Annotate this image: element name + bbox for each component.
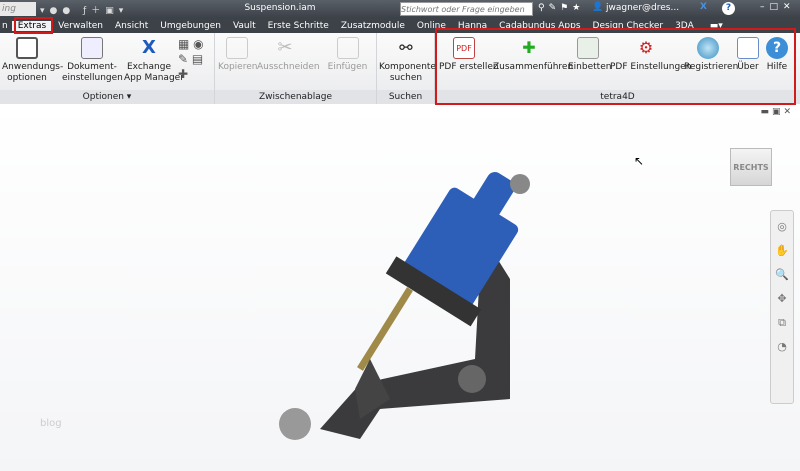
window-title: Suspension.iam xyxy=(244,3,316,13)
button-label: Hilfe xyxy=(766,62,788,72)
anwendungsoptionen-button[interactable]: Anwendungs- optionen xyxy=(2,37,63,84)
scissors-icon: ✂ xyxy=(277,37,293,58)
einfuegen-button[interactable]: Einfügen xyxy=(325,37,370,73)
small-tool-icons[interactable]: ▦ ◉ ✎ ▤ ✚ xyxy=(178,37,212,82)
button-label: Einfügen xyxy=(327,62,368,72)
watermark: blog xyxy=(40,418,62,429)
tab-extras[interactable]: Extras xyxy=(11,20,53,31)
button-label: Zusammenführen xyxy=(493,62,574,72)
tab-prev[interactable]: n xyxy=(0,21,12,31)
suspension-model xyxy=(279,171,530,440)
tab-hanna[interactable]: Hanna xyxy=(452,21,493,31)
button-label: PDF Einstellungen xyxy=(610,62,692,72)
tab-zusatzmodule[interactable]: Zusatzmodule xyxy=(335,21,411,31)
panel-label: tetra4D xyxy=(435,90,800,104)
ausschneiden-button[interactable]: ✂ Ausschneiden xyxy=(257,37,320,73)
panel-label[interactable]: Optionen ▾ xyxy=(0,90,214,104)
button-label: Dokument- einstellungen xyxy=(62,62,123,83)
hilfe-button[interactable]: ? Hilfe xyxy=(764,37,790,73)
zusammenfuehren-button[interactable]: ✚ Zusammenführen xyxy=(493,37,573,73)
ribbon: Anwendungs- optionen Dokument- einstellu… xyxy=(0,33,800,104)
viewport-window-controls[interactable]: ▬▣✕ xyxy=(760,107,794,117)
button-label: Anwendungs- optionen xyxy=(2,62,64,83)
tab-umgebungen[interactable]: Umgebungen xyxy=(154,21,227,31)
help-icon: ? xyxy=(766,37,788,59)
user-icon[interactable]: 👤 xyxy=(592,2,603,12)
toolbar-icons[interactable]: ⚲✎⚑★ xyxy=(538,3,584,13)
panel-toggle-icon[interactable]: ▬▾ xyxy=(710,21,723,31)
panel-label: Zwischenablage xyxy=(215,90,376,104)
button-label: Über xyxy=(737,62,759,72)
exchange-icon: X xyxy=(142,37,156,58)
tab-3da[interactable]: 3DA xyxy=(669,21,700,31)
button-label: Komponente suchen xyxy=(379,62,436,83)
navigation-bar[interactable]: ◎ ✋ 🔍 ✥ ⧉ ◔ xyxy=(770,210,794,404)
button-label: Exchange App Manager xyxy=(124,62,184,83)
tab-online[interactable]: Online xyxy=(411,21,452,31)
search-input[interactable] xyxy=(400,2,533,16)
paste-icon xyxy=(336,37,359,59)
panel-zwischenablage: Kopieren ✂ Ausschneiden Einfügen Zwischen… xyxy=(215,33,377,104)
button-label: Ausschneiden xyxy=(257,62,320,72)
panel-suchen: ⚯ Komponente suchen Suchen xyxy=(377,33,436,104)
user-name[interactable]: jwagner@dres... xyxy=(606,3,679,13)
tab-design-checker[interactable]: Design Checker xyxy=(587,21,670,31)
pdf-erstellen-button[interactable]: PDF PDF erstellen xyxy=(439,37,499,73)
document-icon xyxy=(81,37,103,59)
merge-icon: ✚ xyxy=(522,38,536,57)
tab-verwalten[interactable]: Verwalten xyxy=(52,21,109,31)
komponente-suchen-button[interactable]: ⚯ Komponente suchen xyxy=(379,37,436,84)
3d-viewport[interactable]: ▬▣✕ RECHTS ◎ ✋ 🔍 ✥ ⧉ ◔ ↖ blog xyxy=(0,104,800,471)
tab-vault[interactable]: Vault xyxy=(227,21,262,31)
panel-tetra4d: PDF PDF erstellen ✚ Zusammenführen Einbett… xyxy=(435,33,800,104)
einbetten-button[interactable]: Einbetten xyxy=(568,37,612,73)
copy-icon xyxy=(226,37,248,59)
mouse-cursor: ↖ xyxy=(634,154,645,168)
info-list-icon xyxy=(737,37,759,59)
dokumenteinstellungen-button[interactable]: Dokument- einstellungen xyxy=(62,37,123,84)
kopieren-button[interactable]: Kopieren xyxy=(218,37,258,73)
window-controls[interactable]: –□✕ xyxy=(760,2,796,12)
pdf-einstellungen-button[interactable]: ⚙ PDF Einstellungen xyxy=(610,37,691,73)
button-label: Registrieren xyxy=(684,62,739,72)
menu-bar: n Extras Verwalten Ansicht Umgebungen Va… xyxy=(0,18,800,33)
register-icon xyxy=(697,37,719,59)
panel-optionen: Anwendungs- optionen Dokument- einstellu… xyxy=(0,33,215,104)
window-icon xyxy=(16,37,38,59)
embed-icon xyxy=(577,37,599,59)
button-label: Einbetten xyxy=(568,62,612,72)
panel-label: Suchen xyxy=(377,90,434,104)
viewcube[interactable]: RECHTS xyxy=(730,148,772,186)
button-label: Kopieren xyxy=(218,62,258,72)
button-label: PDF erstellen xyxy=(439,62,499,72)
ueber-button[interactable]: Über xyxy=(735,37,761,73)
tab-cadabundus-apps[interactable]: Cadabundus Apps xyxy=(493,21,586,31)
pdf-icon: PDF xyxy=(453,37,475,59)
exchange-app-manager-button[interactable]: X Exchange App Manager xyxy=(124,37,184,84)
tab-erste-schritte[interactable]: Erste Schritte xyxy=(262,21,335,31)
title-bar: ing ▾●● ƒ＋▣▾ Suspension.iam ⚲✎⚑★ 👤 jwagn… xyxy=(0,0,800,18)
quick-access-combo[interactable]: ing xyxy=(0,2,36,16)
binoculars-icon: ⚯ xyxy=(399,38,413,57)
help-button[interactable]: ? xyxy=(722,2,735,15)
registrieren-button[interactable]: Registrieren xyxy=(684,37,738,73)
settings-pin-icon: ⚙ xyxy=(638,38,654,57)
exchange-icon[interactable]: X xyxy=(700,2,707,12)
quick-access-icons[interactable]: ▾●● ƒ＋▣▾ xyxy=(40,3,128,16)
tab-ansicht[interactable]: Ansicht xyxy=(109,21,154,31)
